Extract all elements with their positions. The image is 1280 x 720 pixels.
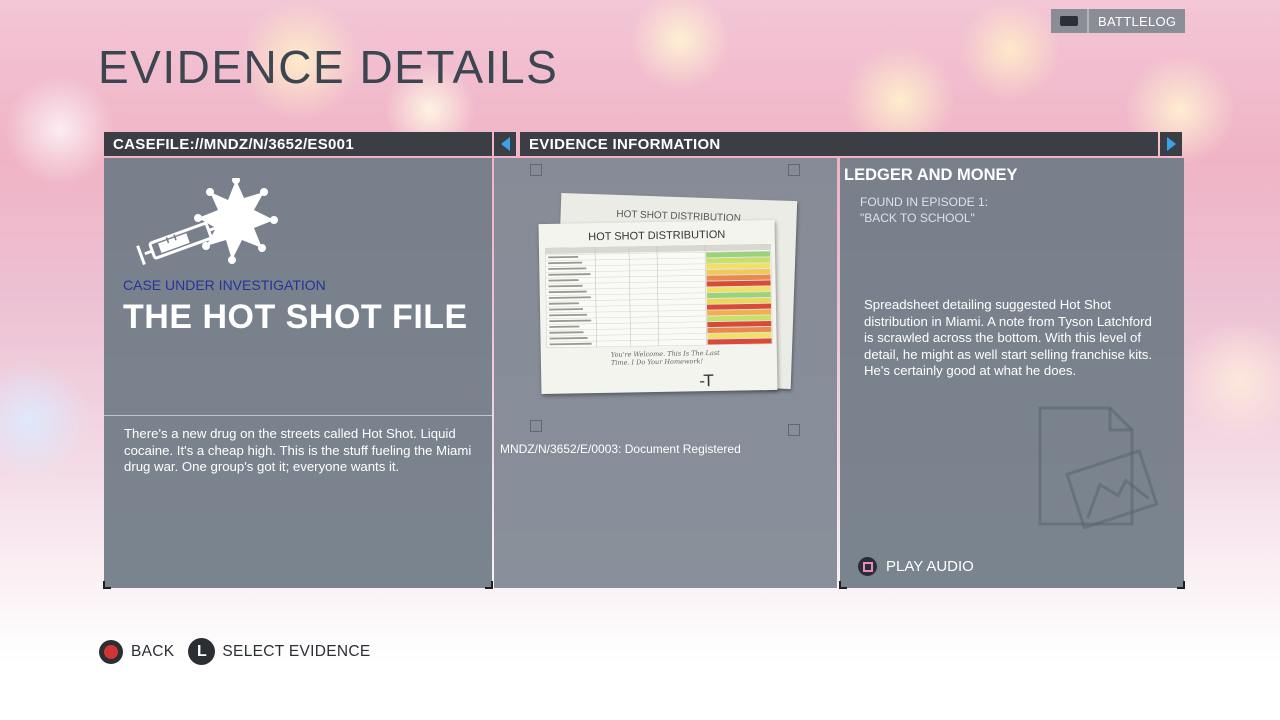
syringe-and-badge-icon [136, 178, 278, 266]
previous-evidence-button[interactable] [494, 132, 516, 156]
document-front-sheet: HOT SHOT DISTRIBUTION You're Welcome. Th… [538, 219, 778, 395]
found-episode-name: "BACK TO SCHOOL" [860, 211, 975, 225]
corner-mark [485, 581, 493, 589]
divider [104, 415, 492, 416]
casefile-header: CASEFILE://MNDZ/N/3652/ES001 [104, 132, 492, 156]
case-panel: CASE UNDER INVESTIGATION THE HOT SHOT FI… [103, 158, 493, 589]
button-prompts: BACK L SELECT EVIDENCE [99, 638, 385, 665]
square-button-icon [858, 557, 877, 576]
found-in-episode: FOUND IN EPISODE 1: "BACK TO SCHOOL" [860, 194, 988, 226]
evidence-information-header: EVIDENCE INFORMATION [520, 132, 1158, 156]
corner-mark [839, 581, 847, 589]
battlelog-badge[interactable]: BATTLELOG [1051, 9, 1186, 33]
controller-icon [1051, 9, 1089, 33]
evidence-image-panel: HOT SHOT DISTRIBUTION HOT SHOT DISTRIBUT… [494, 158, 837, 588]
circle-button-icon [99, 639, 123, 664]
found-episode-line: FOUND IN EPISODE 1: [860, 195, 989, 209]
case-description: There's a new drug on the streets called… [124, 426, 472, 474]
document-front-title: HOT SHOT DISTRIBUTION [588, 228, 726, 244]
case-status-label: CASE UNDER INVESTIGATION [123, 277, 326, 293]
arrow-right-icon [1166, 137, 1176, 151]
select-evidence-button[interactable]: L SELECT EVIDENCE [188, 638, 370, 665]
play-audio-button[interactable]: PLAY AUDIO [858, 557, 974, 576]
evidence-description: Spreadsheet detailing suggested Hot Shot… [864, 297, 1153, 378]
frame-mark [788, 164, 800, 176]
battlelog-label: BATTLELOG [1089, 9, 1186, 33]
handwritten-note: You're Welcome. This Is The Last Time. I… [610, 348, 720, 367]
case-title: THE HOT SHOT FILE [123, 298, 468, 336]
l-stick-button-icon: L [188, 638, 216, 665]
frame-mark [530, 420, 542, 432]
select-evidence-label: SELECT EVIDENCE [222, 642, 371, 660]
document-image-icon [1038, 406, 1159, 530]
page-title: EVIDENCE DETAILS [98, 41, 559, 93]
frame-mark [788, 424, 800, 436]
corner-mark [1177, 581, 1185, 589]
back-label: BACK [131, 642, 175, 660]
evidence-detail-panel: LEDGER AND MONEY FOUND IN EPISODE 1: "BA… [839, 158, 1185, 589]
corner-mark [103, 581, 111, 589]
document-registered-caption: MNDZ/N/3652/E/0003: Document Registered [500, 442, 741, 456]
spreadsheet-graphic [544, 244, 773, 348]
back-button[interactable]: BACK [99, 639, 175, 664]
evidence-title: LEDGER AND MONEY [844, 166, 1018, 184]
signature: -T [699, 371, 714, 391]
play-audio-label: PLAY AUDIO [886, 558, 974, 575]
frame-mark [530, 164, 542, 176]
next-evidence-button[interactable] [1160, 132, 1182, 156]
arrow-left-icon [500, 137, 510, 151]
evidence-document-image[interactable]: HOT SHOT DISTRIBUTION HOT SHOT DISTRIBUT… [538, 192, 798, 399]
